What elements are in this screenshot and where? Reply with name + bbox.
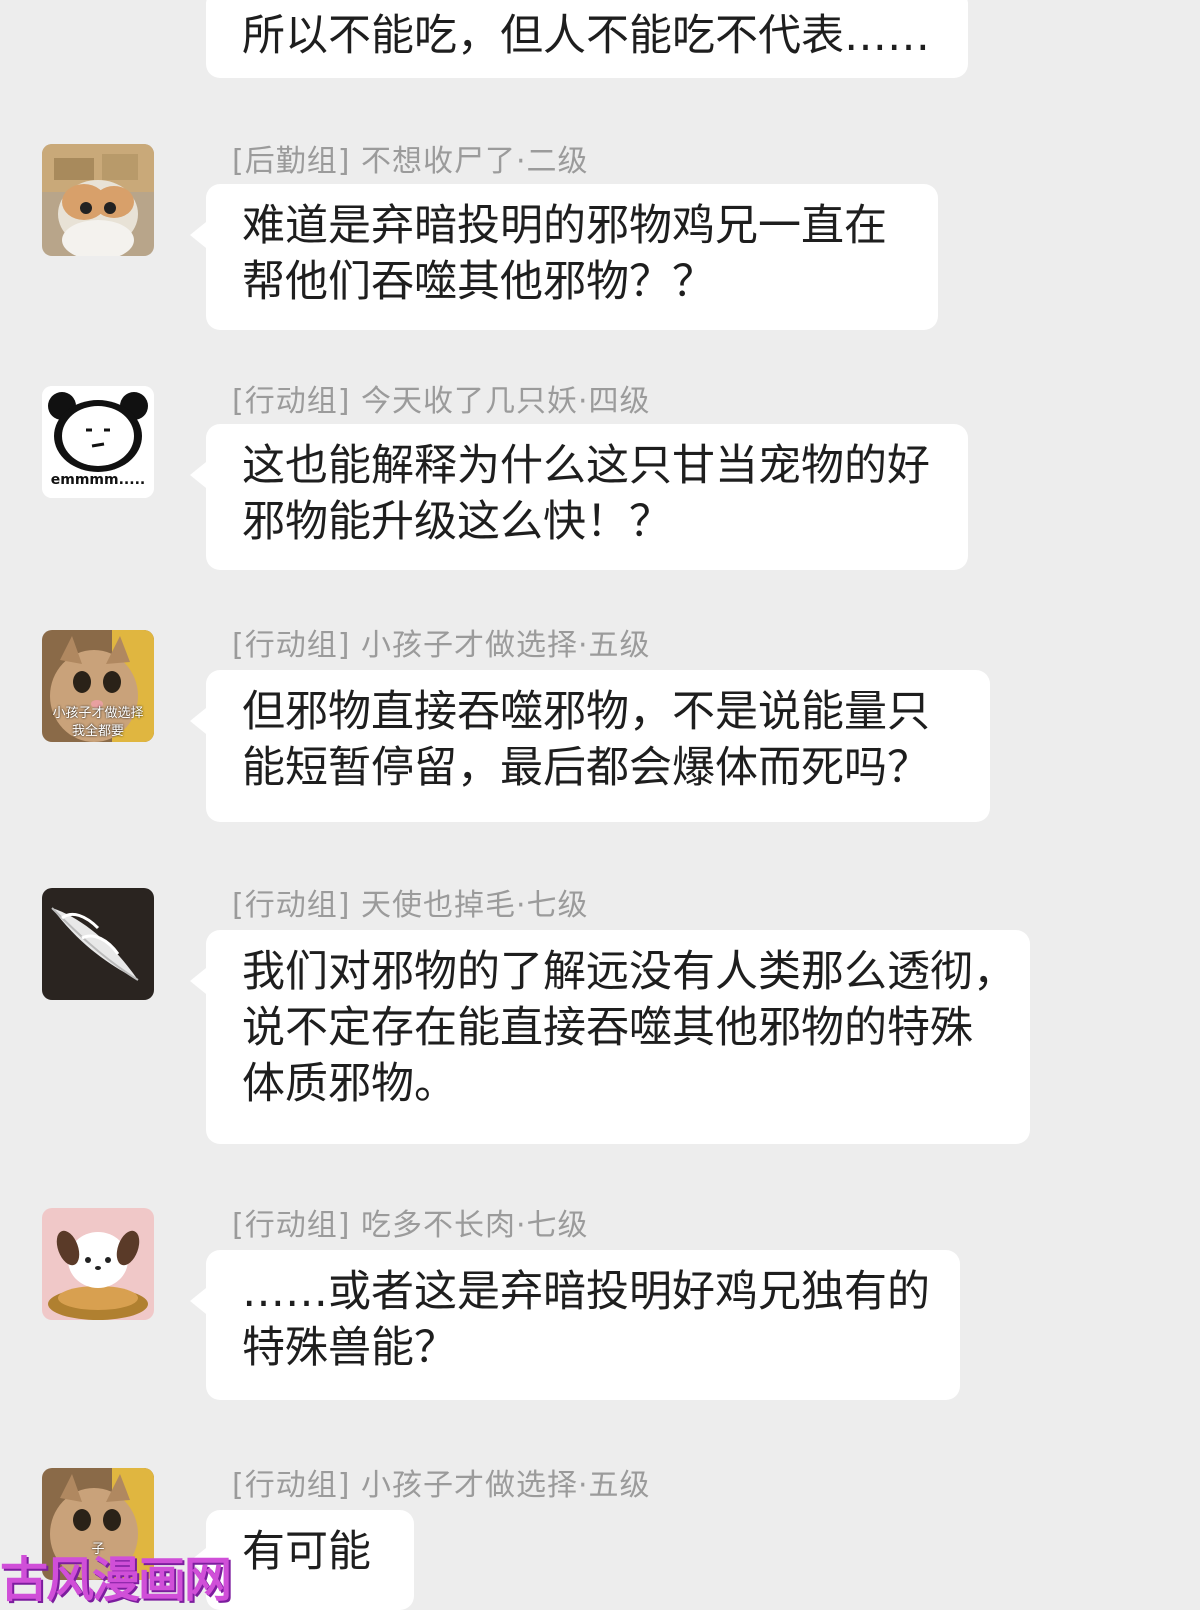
- message-line: 体质邪物。: [242, 1059, 457, 1109]
- avatar-panda-icon[interactable]: emmmm.....: [42, 386, 154, 498]
- bubble-tail: [190, 708, 206, 734]
- bubble-tail: [190, 462, 206, 488]
- sender-name: [行动组] 天使也掉毛·七级: [232, 888, 589, 923]
- message-bubble[interactable]: 我们对邪物的了解远没有人类那么透彻， 说不定存在能直接吞噬其他邪物的特殊 体质邪…: [190, 930, 1030, 1144]
- avatar-pochacco-icon[interactable]: [42, 1208, 154, 1320]
- avatar-caption: 我全都要: [71, 724, 124, 739]
- message-bubble[interactable]: ……或者这是弃暗投明好鸡兄独有的 特殊兽能？: [190, 1250, 960, 1400]
- message-line: 邪物能升级这么快！？: [242, 497, 672, 547]
- message-line: 有可能: [242, 1527, 371, 1577]
- sender-name: [行动组] 小孩子才做选择·五级: [232, 628, 651, 663]
- sender-name: [行动组] 今天收了几只妖·四级: [232, 384, 651, 419]
- message-bubble[interactable]: 这也能解释为什么这只甘当宠物的好 邪物能升级这么快！？: [190, 424, 968, 570]
- message-line: 说不定存在能直接吞噬其他邪物的特殊: [242, 1003, 973, 1053]
- message-line: 帮他们吞噬其他邪物？？: [242, 257, 715, 307]
- avatar-feather-icon[interactable]: [42, 888, 154, 1000]
- bubble-tail: [190, 968, 206, 994]
- avatar-caption: emmmm.....: [50, 472, 146, 488]
- avatar-kitten-icon[interactable]: [42, 144, 154, 256]
- message-bubble[interactable]: 难道是弃暗投明的邪物鸡兄一直在 帮他们吞噬其他邪物？？: [190, 184, 938, 330]
- bubble-tail: [190, 222, 206, 248]
- sender-name: [后勤组] 不想收尸了·二级: [232, 144, 589, 179]
- message-bubble[interactable]: 所以不能吃，但人不能吃不代表……: [206, 0, 968, 78]
- message-line: ……或者这是弃暗投明好鸡兄独有的: [242, 1267, 930, 1317]
- message-line: 特殊兽能？: [242, 1323, 457, 1373]
- message-line: 所以不能吃，但人不能吃不代表……: [242, 11, 930, 61]
- message-line: 我们对邪物的了解远没有人类那么透彻，: [242, 947, 1016, 997]
- message-bubble[interactable]: 有可能: [190, 1510, 414, 1610]
- message-line: 这也能解释为什么这只甘当宠物的好: [242, 441, 930, 491]
- sender-name: [行动组] 吃多不长肉·七级: [232, 1208, 589, 1243]
- message-line: 难道是弃暗投明的邪物鸡兄一直在: [242, 201, 887, 251]
- message-line: 能短暂停留，最后都会爆体而死吗？: [242, 743, 930, 793]
- message-line: 但邪物直接吞噬邪物，不是说能量只: [242, 687, 930, 737]
- bubble-tail: [190, 1288, 206, 1314]
- sender-name: [行动组] 小孩子才做选择·五级: [232, 1468, 651, 1503]
- avatar-cat-icon[interactable]: 小孩子才做选择 我全都要: [42, 630, 154, 742]
- avatar-caption: 小孩子才做选择: [52, 706, 144, 721]
- message-bubble[interactable]: 但邪物直接吞噬邪物，不是说能量只 能短暂停留，最后都会爆体而死吗？: [190, 670, 990, 822]
